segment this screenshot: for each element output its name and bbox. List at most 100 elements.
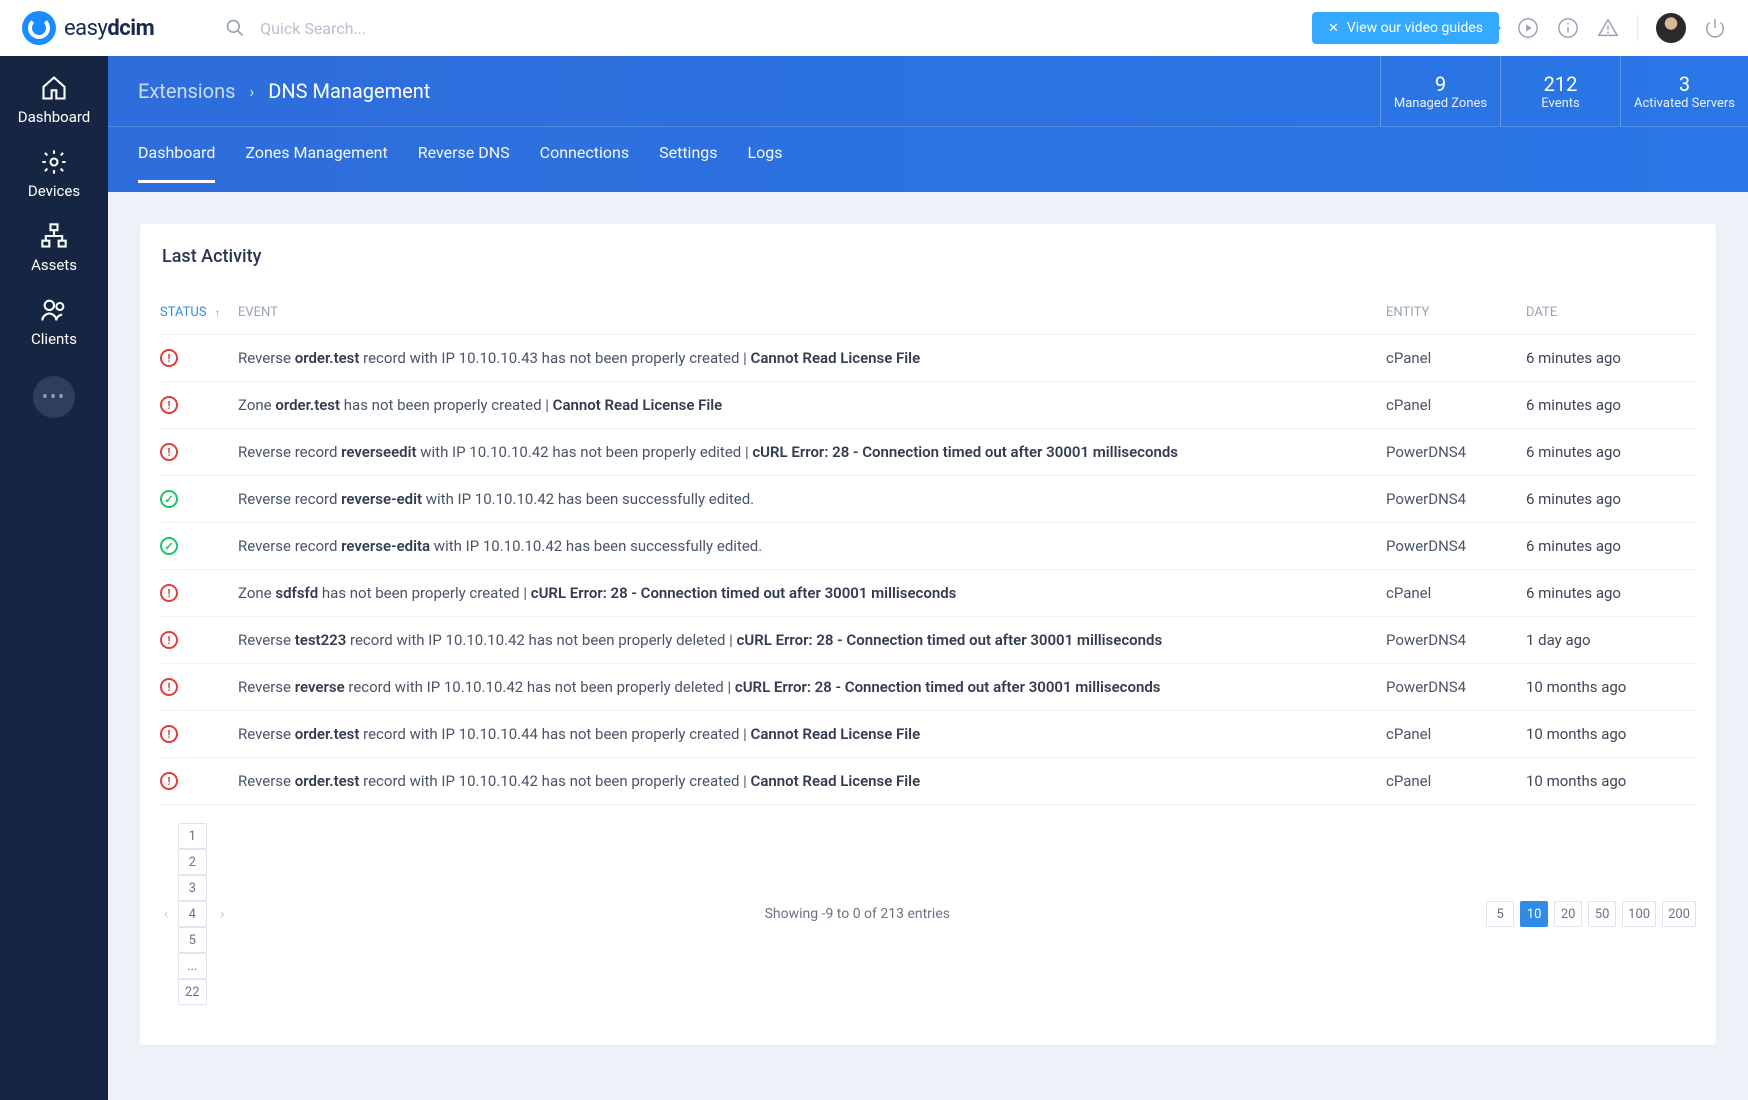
entity-text: PowerDNS4: [1386, 537, 1526, 555]
sidebar-item-clients[interactable]: Clients: [31, 296, 77, 348]
play-circle-icon[interactable]: [1517, 17, 1539, 39]
event-text: Reverse reverse record with IP 10.10.10.…: [238, 678, 1386, 696]
error-icon: !: [160, 631, 178, 649]
sidebar-more-button[interactable]: •••: [33, 376, 75, 418]
topbar-right: ✕ View our video guides: [1312, 12, 1726, 44]
date-text: 6 minutes ago: [1526, 443, 1696, 461]
sidebar-item-assets[interactable]: Assets: [31, 222, 77, 274]
success-icon: ✓: [160, 537, 178, 555]
error-icon: !: [160, 678, 178, 696]
page-3[interactable]: 3: [178, 875, 207, 901]
info-icon[interactable]: [1557, 17, 1579, 39]
column-status[interactable]: STATUS↑: [160, 305, 238, 320]
stat-activated-servers[interactable]: 3 Activated Servers: [1620, 56, 1748, 126]
date-text: 6 minutes ago: [1526, 584, 1696, 602]
date-text: 10 months ago: [1526, 678, 1696, 696]
column-event[interactable]: EVENT: [238, 305, 1386, 320]
stat-managed-zones[interactable]: 9 Managed Zones: [1380, 56, 1500, 126]
page-22[interactable]: 22: [178, 979, 207, 1005]
date-text: 1 day ago: [1526, 631, 1696, 649]
date-text: 6 minutes ago: [1526, 349, 1696, 367]
stat-value: 9: [1435, 72, 1446, 96]
tab-reverse-dns[interactable]: Reverse DNS: [418, 143, 510, 180]
sidebar-item-dashboard[interactable]: Dashboard: [18, 74, 91, 126]
pager-next[interactable]: ›: [217, 907, 229, 922]
pagesize-5[interactable]: 5: [1486, 901, 1514, 927]
page-...[interactable]: ...: [178, 953, 207, 979]
entity-text: cPanel: [1386, 584, 1526, 602]
table-row: !Reverse order.test record with IP 10.10…: [160, 335, 1696, 382]
table-row: ✓ Reverse record reverse-edita with IP 10…: [160, 523, 1696, 570]
avatar[interactable]: [1656, 13, 1686, 43]
logo-icon: [22, 11, 56, 45]
tab-connections[interactable]: Connections: [540, 143, 629, 180]
event-text: Zone sdfsfd has not been properly create…: [238, 584, 1386, 602]
column-entity[interactable]: ENTITY: [1386, 305, 1526, 320]
breadcrumb-extensions[interactable]: Extensions: [138, 79, 235, 103]
pagesize-10[interactable]: 10: [1520, 901, 1548, 927]
stat-events[interactable]: 212 Events: [1500, 56, 1620, 126]
entity-text: cPanel: [1386, 396, 1526, 414]
search-icon[interactable]: [224, 17, 246, 39]
stat-label: Events: [1541, 96, 1579, 111]
event-text: Reverse record reverseedit with IP 10.10…: [238, 443, 1386, 461]
card-title: Last Activity: [162, 246, 1696, 267]
users-icon: [40, 296, 68, 324]
tab-settings[interactable]: Settings: [659, 143, 717, 180]
video-guides-label: View our video guides: [1347, 20, 1483, 36]
entity-text: cPanel: [1386, 772, 1526, 790]
pager-prev[interactable]: ‹: [160, 907, 172, 922]
date-text: 6 minutes ago: [1526, 396, 1696, 414]
error-icon: !: [160, 584, 178, 602]
event-text: Reverse order.test record with IP 10.10.…: [238, 349, 1386, 367]
power-icon[interactable]: [1704, 17, 1726, 39]
tabs: DashboardZones ManagementReverse DNSConn…: [108, 126, 1748, 192]
page-1[interactable]: 1: [178, 823, 207, 849]
logo[interactable]: easydcim: [22, 11, 154, 45]
pagesize-20[interactable]: 20: [1554, 901, 1582, 927]
sidebar-item-devices[interactable]: Devices: [28, 148, 80, 200]
entity-text: PowerDNS4: [1386, 678, 1526, 696]
event-text: Zone order.test has not been properly cr…: [238, 396, 1386, 414]
column-date[interactable]: DATE: [1526, 305, 1696, 320]
home-icon: [40, 74, 68, 102]
page-header: Extensions › DNS Management 9 Managed Zo…: [108, 56, 1748, 192]
close-icon[interactable]: ✕: [1328, 21, 1339, 36]
alert-icon[interactable]: [1597, 17, 1619, 39]
error-icon: !: [160, 396, 178, 414]
sidebar-label: Dashboard: [18, 108, 91, 126]
page-2[interactable]: 2: [178, 849, 207, 875]
pager-sizes: 5102050100200: [1486, 901, 1696, 927]
chevron-right-icon: ›: [249, 82, 254, 101]
activity-card: Last Activity STATUS↑ EVENT ENTITY DATE …: [140, 224, 1716, 1045]
page-5[interactable]: 5: [178, 927, 207, 953]
header-stats: 9 Managed Zones 212 Events 3 Activated S…: [1380, 56, 1748, 126]
table-row: ! Zone sdfsfd has not been properly creat…: [160, 570, 1696, 617]
page-4[interactable]: 4: [178, 901, 207, 927]
pagesize-100[interactable]: 100: [1622, 901, 1656, 927]
table-row: ! Reverse record reverseedit with IP 10.1…: [160, 429, 1696, 476]
error-icon: !: [160, 772, 178, 790]
event-text: Reverse test223 record with IP 10.10.10.…: [238, 631, 1386, 649]
table-header: STATUS↑ EVENT ENTITY DATE: [160, 305, 1696, 335]
tab-zones-management[interactable]: Zones Management: [245, 143, 387, 180]
tab-dashboard[interactable]: Dashboard: [138, 97, 215, 183]
pagesize-200[interactable]: 200: [1662, 901, 1696, 927]
date-text: 10 months ago: [1526, 725, 1696, 743]
pagesize-50[interactable]: 50: [1588, 901, 1616, 927]
tab-logs[interactable]: Logs: [748, 143, 783, 180]
event-text: Reverse record reverse-edita with IP 10.…: [238, 537, 1386, 555]
error-icon: !: [160, 725, 178, 743]
date-text: 6 minutes ago: [1526, 537, 1696, 555]
error-icon: !: [160, 443, 178, 461]
gear-icon: [40, 148, 68, 176]
success-icon: ✓: [160, 490, 178, 508]
search-input[interactable]: [260, 19, 560, 38]
logo-text: easydcim: [64, 16, 154, 41]
sidebar-label: Clients: [31, 330, 77, 348]
entity-text: PowerDNS4: [1386, 631, 1526, 649]
video-guides-button[interactable]: ✕ View our video guides: [1312, 12, 1499, 44]
top-bar: easydcim ✕ View our video guides: [0, 0, 1748, 56]
table-row: !Reverse order.test record with IP 10.10…: [160, 711, 1696, 758]
table-row: ! Reverse test223 record with IP 10.10.10…: [160, 617, 1696, 664]
